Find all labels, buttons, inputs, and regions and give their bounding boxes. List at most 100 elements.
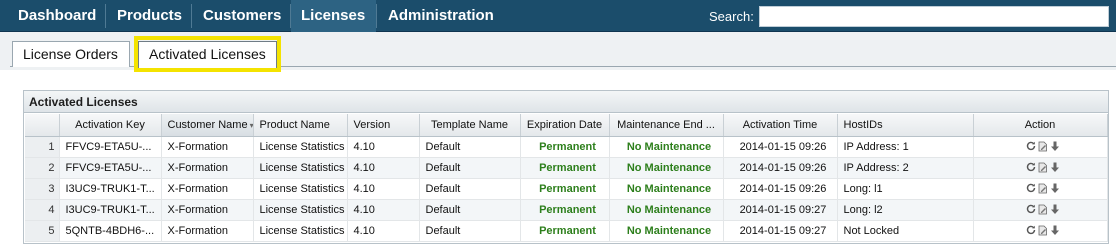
nav-separator	[376, 4, 377, 28]
expiration-date-cell: Permanent	[520, 178, 610, 200]
column-header-activation-key[interactable]: Activation Key	[59, 114, 162, 137]
row-number: 5	[25, 220, 60, 242]
highlight-box	[134, 36, 281, 72]
edit-icon[interactable]	[1038, 204, 1048, 215]
activation-key-cell: 5QNTB-4BDH6-...	[59, 220, 162, 242]
table-row[interactable]: 5 5QNTB-4BDH6-... X-Formation License Stati…	[25, 220, 1108, 242]
action-cell	[973, 157, 1108, 179]
nav-administration[interactable]: Administration	[378, 0, 504, 32]
template-name-cell: Default	[419, 136, 521, 158]
version-cell: 4.10	[347, 199, 420, 221]
customer-name-cell: X-Formation	[161, 220, 254, 242]
activation-time-cell: 2014-01-15 09:26	[723, 136, 838, 158]
nav-customers[interactable]: Customers	[193, 0, 291, 32]
edit-icon[interactable]	[1038, 225, 1048, 236]
refresh-icon[interactable]	[1026, 162, 1036, 173]
version-cell: 4.10	[347, 220, 420, 242]
download-icon[interactable]	[1050, 141, 1060, 152]
action-cell	[973, 199, 1108, 221]
maintenance-end-cell: No Maintenance	[609, 220, 724, 242]
activation-time-cell: 2014-01-15 09:27	[723, 220, 838, 242]
template-name-cell: Default	[419, 220, 521, 242]
search-label: Search:	[709, 9, 754, 24]
tab-license-orders[interactable]: License Orders	[12, 41, 130, 67]
sort-arrow-icon: ▾	[250, 121, 252, 130]
expiration-date-cell: Permanent	[520, 199, 610, 221]
customer-name-cell: X-Formation	[161, 136, 254, 158]
download-icon[interactable]	[1050, 183, 1060, 194]
column-header-maintenance-end[interactable]: Maintenance End ...	[609, 114, 724, 137]
product-name-cell: License Statistics	[253, 220, 348, 242]
activation-key-cell: FFVC9-ETA5U-...	[59, 157, 162, 179]
customer-name-cell: X-Formation	[161, 157, 254, 179]
activation-time-cell: 2014-01-15 09:26	[723, 178, 838, 200]
column-header-label: Customer Name	[167, 118, 248, 131]
nav-licenses[interactable]: Licenses	[291, 0, 376, 32]
column-header-hostids[interactable]: HostIDs	[837, 114, 974, 137]
product-name-cell: License Statistics	[253, 178, 348, 200]
product-name-cell: License Statistics	[253, 157, 348, 179]
product-name-cell: License Statistics	[253, 136, 348, 158]
row-number: 3	[25, 178, 60, 200]
action-cell	[973, 136, 1108, 158]
column-header-product-name[interactable]: Product Name	[253, 114, 348, 137]
download-icon[interactable]	[1050, 204, 1060, 215]
version-cell: 4.10	[347, 178, 420, 200]
row-number: 2	[25, 157, 60, 179]
nav-dashboard[interactable]: Dashboard	[8, 0, 106, 32]
table-row[interactable]: 1 FFVC9-ETA5U-... X-Formation License Stati…	[25, 136, 1108, 158]
table-row[interactable]: 3 I3UC9-TRUK1-T... X-Formation License Stat…	[25, 178, 1108, 200]
maintenance-end-cell: No Maintenance	[609, 157, 724, 179]
column-header-version[interactable]: Version	[347, 114, 420, 137]
maintenance-end-cell: No Maintenance	[609, 136, 724, 158]
column-header-customer-name[interactable]: Customer Name▾	[161, 114, 254, 137]
activated-licenses-panel: Activated Licenses Activation Key Custom…	[23, 90, 1109, 244]
hostids-cell: Long: l1	[837, 178, 974, 200]
hostids-cell: Long: l2	[837, 199, 974, 221]
top-nav: Dashboard Products Customers Licenses Ad…	[0, 0, 1116, 32]
panel-title: Activated Licenses	[24, 91, 1108, 113]
nav-separator	[105, 4, 106, 28]
download-icon[interactable]	[1050, 225, 1060, 236]
hostids-cell: IP Address: 1	[837, 136, 974, 158]
table-row[interactable]: 4 I3UC9-TRUK1-T... X-Formation License Stat…	[25, 199, 1108, 221]
expiration-date-cell: Permanent	[520, 157, 610, 179]
edit-icon[interactable]	[1038, 183, 1048, 194]
customer-name-cell: X-Formation	[161, 199, 254, 221]
refresh-icon[interactable]	[1026, 204, 1036, 215]
maintenance-end-cell: No Maintenance	[609, 199, 724, 221]
activation-key-cell: I3UC9-TRUK1-T...	[59, 178, 162, 200]
activation-key-cell: FFVC9-ETA5U-...	[59, 136, 162, 158]
action-cell	[973, 178, 1108, 200]
licenses-table: Activation Key Customer Name▾ Product Na…	[25, 114, 1108, 242]
refresh-icon[interactable]	[1026, 225, 1036, 236]
column-header-template-name[interactable]: Template Name	[419, 114, 521, 137]
edit-icon[interactable]	[1038, 162, 1048, 173]
search-input[interactable]	[759, 6, 1109, 27]
activation-time-cell: 2014-01-15 09:26	[723, 157, 838, 179]
refresh-icon[interactable]	[1026, 183, 1036, 194]
product-name-cell: License Statistics	[253, 199, 348, 221]
nav-separator	[191, 4, 192, 28]
edit-icon[interactable]	[1038, 141, 1048, 152]
version-cell: 4.10	[347, 157, 420, 179]
column-header-activation-time[interactable]: Activation Time	[723, 114, 838, 137]
activation-key-cell: I3UC9-TRUK1-T...	[59, 199, 162, 221]
row-number: 4	[25, 199, 60, 221]
row-number-header	[25, 114, 60, 137]
maintenance-end-cell: No Maintenance	[609, 178, 724, 200]
download-icon[interactable]	[1050, 162, 1060, 173]
template-name-cell: Default	[419, 199, 521, 221]
activation-time-cell: 2014-01-15 09:27	[723, 199, 838, 221]
row-number: 1	[25, 136, 60, 158]
column-header-expiration-date[interactable]: Expiration Date	[520, 114, 610, 137]
nav-products[interactable]: Products	[107, 0, 192, 32]
action-cell	[973, 220, 1108, 242]
template-name-cell: Default	[419, 178, 521, 200]
template-name-cell: Default	[419, 157, 521, 179]
refresh-icon[interactable]	[1026, 141, 1036, 152]
column-header-action[interactable]: Action	[973, 114, 1108, 137]
customer-name-cell: X-Formation	[161, 178, 254, 200]
hostids-cell: IP Address: 2	[837, 157, 974, 179]
table-row[interactable]: 2 FFVC9-ETA5U-... X-Formation License Stati…	[25, 157, 1108, 179]
